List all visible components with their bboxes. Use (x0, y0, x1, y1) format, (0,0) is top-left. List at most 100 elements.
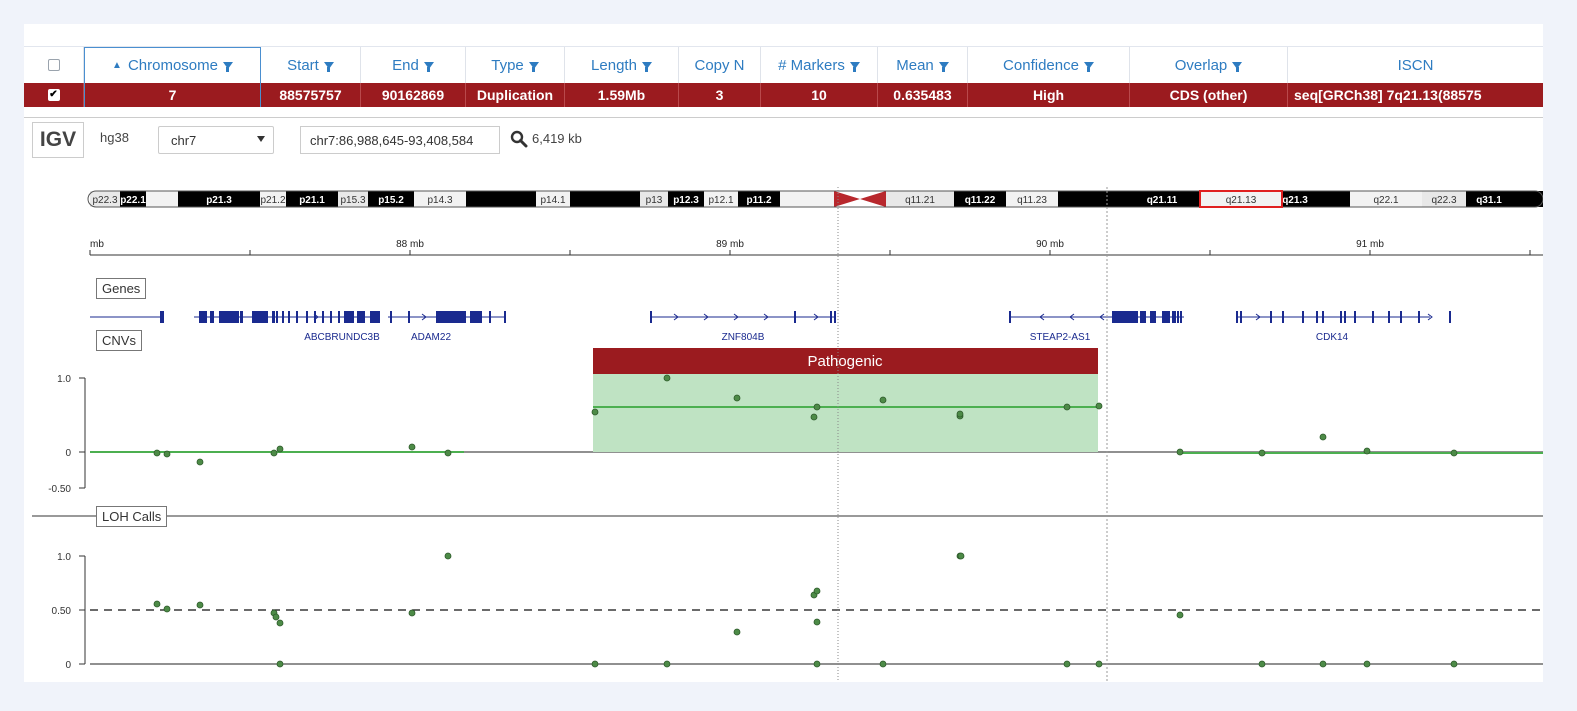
loh-data-point[interactable] (663, 660, 671, 668)
loh-data-point[interactable] (813, 587, 821, 595)
column-header-mean[interactable]: Mean (878, 47, 968, 83)
loh-data-point[interactable] (957, 552, 965, 560)
y-tick-label: 0.50 (52, 606, 72, 617)
igv-viewer[interactable]: p22.3 p22.1 p21.3 p21.2 p21.1 p15.3 p15.2 p14.3… (24, 162, 1543, 682)
cnv-data-point[interactable] (733, 394, 741, 402)
cnv-data-point[interactable] (663, 374, 671, 382)
cnv-segment[interactable] (593, 373, 1098, 452)
cnv-data-point[interactable] (1095, 402, 1103, 410)
loh-data-point[interactable] (591, 660, 599, 668)
column-header-type[interactable]: Type (466, 47, 565, 83)
column-header-copy-number[interactable]: Copy N (679, 47, 761, 83)
loh-data-point[interactable] (1258, 660, 1266, 668)
gene-exon (1270, 311, 1272, 323)
loh-data-point[interactable] (408, 609, 416, 617)
cnv-data-point[interactable] (1319, 433, 1327, 441)
cell-iscn: seq[GRCh38] 7q21.13(88575 (1294, 87, 1482, 103)
select-all-checkbox[interactable] (47, 59, 60, 71)
cnv-data-point[interactable] (1258, 449, 1266, 457)
filter-icon[interactable] (938, 61, 949, 72)
ruler-track: mb 88 mb 89 mb 90 mb 91 mb (89, 239, 1543, 256)
cnv-data-point[interactable] (270, 449, 278, 457)
gene-exon (210, 311, 214, 323)
cnv-data-point[interactable] (408, 443, 416, 451)
cnv-data-point[interactable] (813, 403, 821, 411)
sort-asc-icon[interactable]: ▲ (112, 60, 122, 71)
cnv-data-point[interactable] (956, 410, 964, 418)
column-header-iscn[interactable]: ISCN (1288, 47, 1543, 83)
search-icon[interactable] (510, 130, 528, 148)
cnv-data-point[interactable] (810, 413, 818, 421)
gene-name-label: STEAP2-AS1 (1030, 332, 1091, 343)
filter-icon[interactable] (528, 61, 539, 72)
loh-data-point[interactable] (813, 618, 821, 626)
loh-data-point[interactable] (879, 660, 887, 668)
table-row[interactable]: ✔ 7 88575757 90162869 Duplication 1.59Mb… (24, 83, 1543, 107)
cnv-data-point[interactable] (1363, 447, 1371, 455)
column-header-start[interactable]: Start (261, 47, 361, 83)
loh-data-point[interactable] (733, 628, 741, 636)
loh-data-point[interactable] (153, 600, 161, 608)
track-label-loh[interactable]: LOH Calls (96, 506, 168, 527)
column-header-overlap[interactable]: Overlap (1130, 47, 1288, 83)
loh-data-point[interactable] (1319, 660, 1327, 668)
column-label: Chromosome (127, 57, 218, 74)
chevron-down-icon (257, 136, 265, 142)
chromosome-select[interactable]: chr7 (158, 126, 274, 154)
cnv-data-point[interactable] (879, 396, 887, 404)
cnv-data-point[interactable] (163, 450, 171, 458)
cell-mean: 0.635483 (878, 83, 968, 107)
loh-track[interactable]: 1.0 0.50 0 (52, 552, 1543, 671)
track-label-cnvs[interactable]: CNVs (96, 330, 142, 351)
gene-exon (252, 311, 268, 323)
loh-data-point[interactable] (1176, 611, 1184, 619)
column-header-length[interactable]: Length (565, 47, 679, 83)
igv-logo: IGV (32, 122, 84, 158)
loh-data-point[interactable] (444, 552, 452, 560)
cnv-data-point[interactable] (276, 445, 284, 453)
select-all-cell[interactable] (24, 47, 84, 83)
loh-data-point[interactable] (276, 619, 284, 627)
filter-icon[interactable] (641, 61, 652, 72)
cnv-data-point[interactable] (196, 458, 204, 466)
gene-exon (1322, 311, 1324, 323)
gene-track[interactable]: ABCBRUNDC3B ADAM22 ZNF804B STEAP2-AS1 CDK14 (90, 311, 1451, 343)
gene-exon (1449, 311, 1451, 323)
track-label-genes[interactable]: Genes (96, 278, 147, 299)
filter-icon[interactable] (222, 62, 233, 72)
cnv-data-point[interactable] (153, 449, 161, 457)
filter-icon[interactable] (1083, 61, 1094, 72)
loh-data-point[interactable] (163, 605, 171, 613)
filter-icon[interactable] (423, 61, 434, 72)
cell-end: 90162869 (361, 83, 466, 107)
filter-icon[interactable] (323, 61, 334, 72)
column-header-chromosome[interactable]: ▲ Chromosome (84, 47, 261, 83)
gene-exon (1172, 311, 1176, 323)
filter-icon[interactable] (1232, 61, 1243, 72)
loh-data-point[interactable] (276, 660, 284, 668)
loh-data-point[interactable] (196, 601, 204, 609)
column-header-markers[interactable]: # Markers (761, 47, 878, 83)
cnv-data-point[interactable] (444, 449, 452, 457)
row-checkbox[interactable]: ✔ (47, 89, 60, 101)
locus-input[interactable]: chr7:86,988,645-93,408,584 (300, 126, 500, 154)
loh-data-point[interactable] (1063, 660, 1071, 668)
divider (24, 117, 1543, 118)
column-header-confidence[interactable]: Confidence (968, 47, 1130, 83)
cnv-track[interactable]: 1.0 0 -0.50 Pathogenic (32, 348, 1543, 517)
chromosome-ideogram[interactable]: p22.3 p22.1 p21.3 p21.2 p21.1 p15.3 p15.2 p14.3… (87, 190, 1543, 208)
cnv-review-panel: ▲ Chromosome Start End Type Length Copy … (24, 24, 1543, 682)
column-header-end[interactable]: End (361, 47, 466, 83)
loh-data-point[interactable] (1095, 660, 1103, 668)
cnv-data-point[interactable] (1176, 448, 1184, 456)
loh-data-point[interactable] (1450, 660, 1458, 668)
filter-icon[interactable] (849, 61, 860, 72)
ideogram-band-label: p11.2 (746, 195, 771, 206)
row-select-cell[interactable]: ✔ (24, 83, 84, 107)
cnv-data-point[interactable] (1063, 403, 1071, 411)
loh-data-point[interactable] (813, 660, 821, 668)
loh-data-point[interactable] (272, 613, 280, 621)
cnv-data-point[interactable] (591, 408, 599, 416)
loh-data-point[interactable] (1363, 660, 1371, 668)
cnv-data-point[interactable] (1450, 449, 1458, 457)
